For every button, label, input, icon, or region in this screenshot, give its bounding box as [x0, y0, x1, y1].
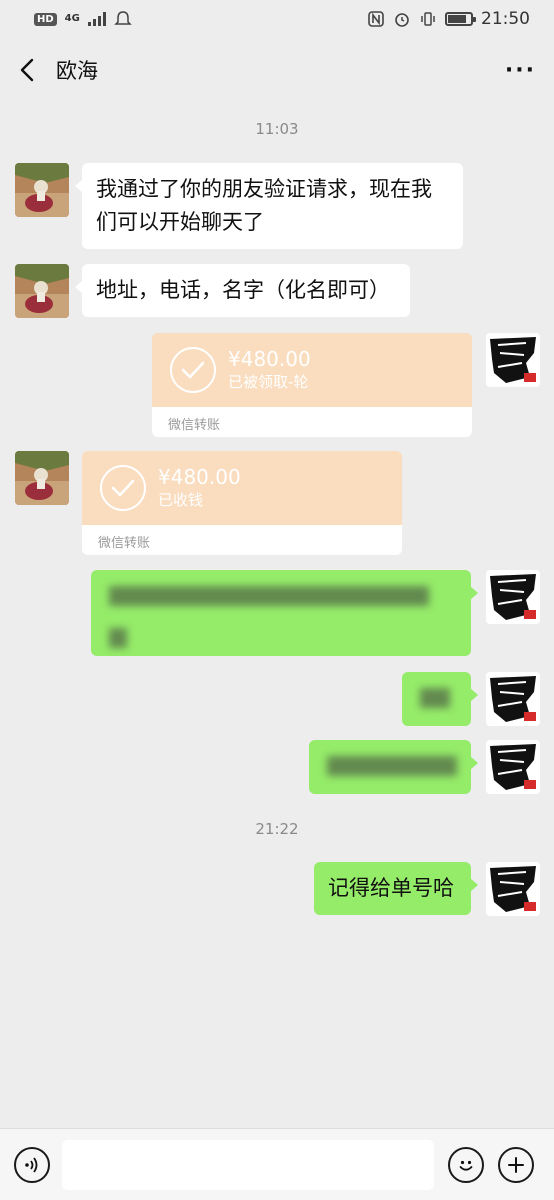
transfer-card-sent[interactable]: ¥480.00 已被领取-轮 微信转账: [152, 333, 472, 437]
hd-badge: HD: [34, 12, 57, 26]
self-avatar[interactable]: [486, 740, 540, 794]
contact-avatar[interactable]: [15, 264, 69, 318]
plus-icon[interactable]: [498, 1146, 534, 1183]
message-bubble[interactable]: 地址，电话，名字（化名即可）: [75, 264, 410, 317]
redacted-content: [105, 580, 457, 664]
chat-title: 欧海: [56, 59, 98, 83]
status-right: 21:50: [367, 9, 530, 29]
chat-messages[interactable]: 11:03 我通过了你的朋友验证请求，现在我们可以开始聊天了 地址，电话，名字（…: [0, 102, 554, 1128]
message-bubble-redacted[interactable]: [402, 672, 478, 726]
back-arrow-icon[interactable]: [18, 55, 48, 85]
message-input[interactable]: [62, 1139, 434, 1190]
contact-avatar[interactable]: [15, 451, 69, 505]
transfer-status: 已被领取-轮: [228, 373, 309, 391]
battery-icon: [445, 12, 476, 26]
alarm-icon: [395, 13, 409, 27]
status-bar: HD 4G 21:50: [0, 0, 554, 38]
message-bubble-redacted[interactable]: [309, 740, 478, 794]
check-icon: [100, 465, 146, 511]
nfc-icon: [368, 11, 384, 27]
vibrate-icon: [421, 12, 435, 26]
message-bubble-redacted[interactable]: [91, 570, 478, 656]
message-text: 记得给单号哈: [328, 876, 454, 900]
transfer-card-received[interactable]: ¥480.00 已收钱 微信转账: [82, 451, 402, 555]
redacted-content: [416, 682, 457, 724]
transfer-amount: ¥480.00: [158, 465, 241, 489]
message-text: 地址，电话，名字（化名即可）: [96, 278, 390, 302]
notification-icon: [114, 11, 132, 25]
transfer-footer: 微信转账: [152, 407, 472, 437]
redacted-content: [323, 750, 457, 792]
input-bar: [0, 1128, 554, 1200]
network-type: 4G: [64, 13, 80, 24]
signal-icon: [87, 12, 106, 26]
self-avatar[interactable]: [486, 333, 540, 387]
transfer-card-body: ¥480.00 已被领取-轮: [152, 333, 472, 407]
self-avatar[interactable]: [486, 862, 540, 916]
status-time: 21:50: [481, 9, 530, 29]
message-text: 我通过了你的朋友验证请求，现在我们可以开始聊天了: [96, 177, 432, 234]
transfer-card-body: ¥480.00 已收钱: [82, 451, 402, 525]
time-label: 21:22: [255, 820, 299, 838]
message-bubble[interactable]: 记得给单号哈: [314, 862, 478, 915]
message-bubble[interactable]: 我通过了你的朋友验证请求，现在我们可以开始聊天了: [75, 163, 463, 249]
self-avatar[interactable]: [486, 672, 540, 726]
more-icon[interactable]: ···: [505, 58, 536, 83]
chat-header: 欧海 ···: [0, 38, 554, 102]
transfer-footer: 微信转账: [82, 525, 402, 555]
transfer-amount: ¥480.00: [228, 347, 311, 371]
transfer-status: 已收钱: [158, 491, 204, 509]
contact-avatar[interactable]: [15, 163, 69, 217]
emoji-icon[interactable]: [448, 1146, 484, 1183]
time-label: 11:03: [255, 120, 299, 138]
voice-icon[interactable]: [14, 1146, 50, 1183]
self-avatar[interactable]: [486, 570, 540, 624]
check-icon: [170, 347, 216, 393]
status-left: HD 4G: [34, 10, 132, 28]
